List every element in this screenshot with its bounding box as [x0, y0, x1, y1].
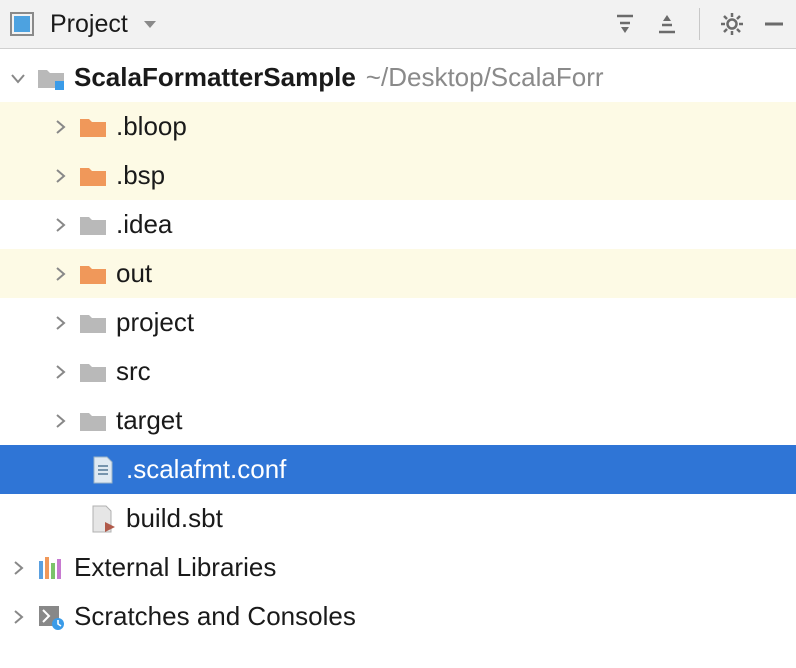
tree-folder-out[interactable]: out — [0, 249, 796, 298]
chevron-right-icon[interactable] — [48, 164, 72, 188]
external-libs-label: External Libraries — [74, 552, 276, 583]
folder-icon — [78, 357, 108, 387]
tree-file-scalafmt-conf[interactable]: .scalafmt.conf — [0, 445, 796, 494]
scratches-icon — [36, 602, 66, 632]
folder-label: project — [116, 307, 194, 338]
folder-icon — [78, 308, 108, 338]
sbt-file-icon — [88, 504, 118, 534]
chevron-right-icon[interactable] — [48, 409, 72, 433]
folder-icon — [78, 112, 108, 142]
project-toolbar: Project — [0, 0, 796, 49]
scroll-from-source-icon[interactable] — [611, 10, 639, 38]
gear-icon[interactable] — [718, 10, 746, 38]
folder-label: target — [116, 405, 183, 436]
folder-icon — [78, 210, 108, 240]
dropdown-arrow-icon[interactable] — [136, 10, 164, 38]
folder-label: .bsp — [116, 160, 165, 191]
folder-icon — [78, 161, 108, 191]
conf-file-icon — [88, 455, 118, 485]
collapse-all-icon[interactable] — [653, 10, 681, 38]
chevron-right-icon[interactable] — [48, 115, 72, 139]
chevron-right-icon[interactable] — [6, 605, 30, 629]
project-view-icon[interactable] — [8, 10, 36, 38]
project-tree: ScalaFormatterSample ~/Desktop/ScalaForr… — [0, 49, 796, 641]
scratches-label: Scratches and Consoles — [74, 601, 356, 632]
toolbar-right — [611, 8, 788, 40]
tree-file-build-sbt[interactable]: build.sbt — [0, 494, 796, 543]
folder-label: src — [116, 356, 151, 387]
tree-folder-idea[interactable]: .idea — [0, 200, 796, 249]
tree-external-libraries[interactable]: External Libraries — [0, 543, 796, 592]
file-label: .scalafmt.conf — [126, 454, 286, 485]
module-folder-icon — [36, 63, 66, 93]
chevron-right-icon[interactable] — [48, 262, 72, 286]
folder-label: .bloop — [116, 111, 187, 142]
chevron-right-icon[interactable] — [48, 311, 72, 335]
tree-root-node[interactable]: ScalaFormatterSample ~/Desktop/ScalaForr — [0, 53, 796, 102]
chevron-right-icon[interactable] — [48, 360, 72, 384]
file-label: build.sbt — [126, 503, 223, 534]
toolbar-title[interactable]: Project — [50, 10, 128, 39]
root-path: ~/Desktop/ScalaForr — [366, 62, 604, 93]
tree-folder-bloop[interactable]: .bloop — [0, 102, 796, 151]
tree-folder-project[interactable]: project — [0, 298, 796, 347]
tree-folder-bsp[interactable]: .bsp — [0, 151, 796, 200]
minimize-icon[interactable] — [760, 10, 788, 38]
chevron-down-icon[interactable] — [6, 66, 30, 90]
tree-folder-target[interactable]: target — [0, 396, 796, 445]
tree-scratches-consoles[interactable]: Scratches and Consoles — [0, 592, 796, 641]
folder-label: out — [116, 258, 152, 289]
toolbar-divider — [699, 8, 700, 40]
root-name: ScalaFormatterSample — [74, 62, 356, 93]
tree-folder-src[interactable]: src — [0, 347, 796, 396]
folder-label: .idea — [116, 209, 172, 240]
toolbar-left: Project — [8, 10, 164, 39]
chevron-right-icon[interactable] — [6, 556, 30, 580]
chevron-right-icon[interactable] — [48, 213, 72, 237]
folder-icon — [78, 406, 108, 436]
libraries-icon — [36, 553, 66, 583]
folder-icon — [78, 259, 108, 289]
